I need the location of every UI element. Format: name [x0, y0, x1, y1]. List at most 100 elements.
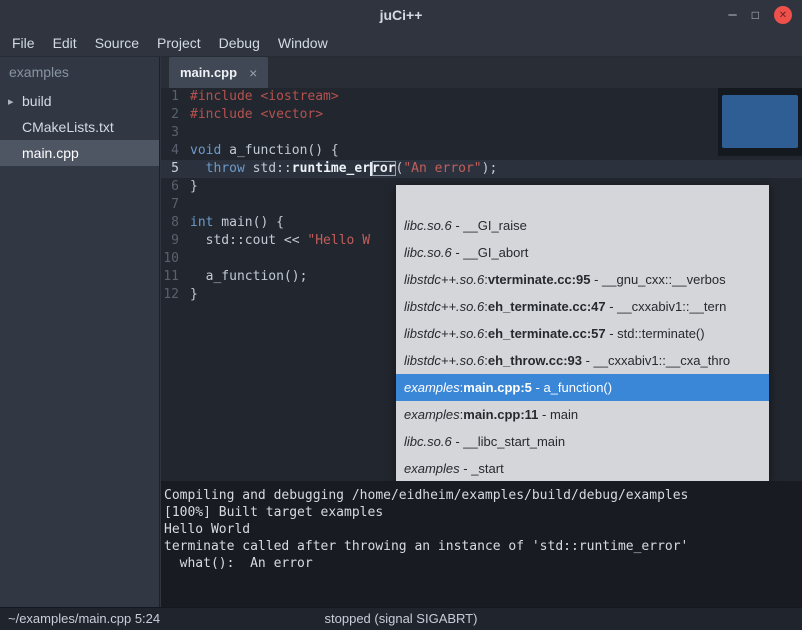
tree-item-main.cpp[interactable]: main.cpp	[0, 140, 159, 166]
menu-window[interactable]: Window	[269, 30, 337, 56]
line-number: 4	[161, 142, 187, 160]
callstack-part: - __cxxabiv1::__cxa_thro	[582, 353, 730, 368]
callstack-part: - _start	[460, 461, 504, 476]
line-number: 2	[161, 106, 187, 124]
statusbar: stopped (signal SIGABRT) ~/examples/main…	[0, 607, 802, 630]
callstack-part: main.cpp:5	[463, 380, 532, 395]
juci-window: juCi++ – □ ✕ FileEditSourceProjectDebugW…	[0, 0, 802, 630]
code-line-5[interactable]: 5 throw std::runtime_error("An error");	[161, 160, 802, 178]
minimize-icon[interactable]: –	[728, 10, 736, 20]
line-number: 5	[161, 160, 187, 178]
code-text	[187, 196, 190, 214]
menubar-items: FileEditSourceProjectDebugWindow	[0, 30, 802, 57]
line-number: 1	[161, 88, 187, 106]
maximize-icon[interactable]: □	[752, 8, 759, 22]
callstack-row-6[interactable]: libstdc++.so.6:eh_throw.cc:93 - __cxxabi…	[396, 347, 769, 374]
line-number: 7	[161, 196, 187, 214]
callstack-row-3[interactable]: libstdc++.so.6:vterminate.cc:95 - __gnu_…	[396, 266, 769, 293]
callstack-row-7[interactable]: examples:main.cpp:5 - a_function()	[396, 374, 769, 401]
code-text: #include <iostream>	[187, 88, 339, 106]
callstack-part: - a_function()	[532, 380, 612, 395]
callstack-part: main.cpp:11	[463, 407, 538, 422]
code-segment	[190, 161, 206, 176]
callstack-part: libstdc++.so.6	[404, 272, 484, 287]
callstack-row-9[interactable]: libc.so.6 - __libc_start_main	[396, 428, 769, 455]
callstack-part: eh_throw.cc:93	[488, 353, 582, 368]
code-text	[187, 124, 190, 142]
line-number: 10	[161, 250, 187, 268]
callstack-row-1[interactable]: libc.so.6 - __GI_raise	[396, 212, 769, 239]
callstack-row-5[interactable]: libstdc++.so.6:eh_terminate.cc:57 - std:…	[396, 320, 769, 347]
code-text: #include <vector>	[187, 106, 323, 124]
code-segment: );	[482, 161, 498, 176]
code-line-3[interactable]: 3	[161, 124, 802, 142]
tab-label: main.cpp	[180, 65, 237, 80]
callstack-part: libc.so.6	[404, 434, 452, 449]
code-text: }	[187, 178, 198, 196]
code-text: int main() {	[187, 214, 284, 232]
callstack-list: libc.so.6 - __GI_raiselibc.so.6 - __GI_a…	[396, 185, 769, 482]
callstack-popup: libc.so.6 - __GI_raiselibc.so.6 - __GI_a…	[396, 185, 769, 482]
code-segment: }	[190, 287, 198, 302]
callstack-part: examples	[404, 380, 460, 395]
tab-close-icon[interactable]: ×	[249, 65, 257, 81]
titlebar[interactable]: juCi++ – □ ✕	[0, 0, 802, 30]
chevron-right-icon[interactable]: ▸	[8, 95, 22, 108]
callstack-part: - __gnu_cxx::__verbos	[590, 272, 725, 287]
callstack-row-8[interactable]: examples:main.cpp:11 - main	[396, 401, 769, 428]
console-panel[interactable]: Compiling and debugging /home/eidheim/ex…	[161, 481, 802, 607]
callstack-part: - __GI_raise	[452, 218, 527, 233]
callstack-part: - __cxxabiv1::__tern	[606, 299, 727, 314]
code-text	[187, 250, 190, 268]
code-line-1[interactable]: 1#include <iostream>	[161, 88, 802, 106]
window-controls: – □ ✕	[728, 0, 792, 30]
code-segment: }	[190, 179, 198, 194]
menu-edit[interactable]: Edit	[44, 30, 86, 56]
code-text: void a_function() {	[187, 142, 339, 160]
menu-debug[interactable]: Debug	[210, 30, 269, 56]
line-number: 6	[161, 178, 187, 196]
callstack-row-2[interactable]: libc.so.6 - __GI_abort	[396, 239, 769, 266]
callstack-part: libc.so.6	[404, 245, 452, 260]
callstack-part: examples	[404, 407, 460, 422]
close-icon[interactable]: ✕	[774, 6, 792, 24]
code-segment: #include <vector>	[190, 107, 323, 122]
line-number: 3	[161, 124, 187, 142]
console-line: Compiling and debugging /home/eidheim/ex…	[164, 487, 802, 504]
tree-item-label: CMakeLists.txt	[22, 119, 114, 135]
code-segment: void	[190, 143, 221, 158]
callstack-part: libstdc++.so.6	[404, 299, 484, 314]
code-line-4[interactable]: 4void a_function() {	[161, 142, 802, 160]
tree-item-build[interactable]: ▸build	[0, 88, 159, 114]
callstack-part: libc.so.6	[404, 218, 452, 233]
line-number: 12	[161, 286, 187, 304]
window-title: juCi++	[0, 0, 802, 30]
callstack-part: eh_terminate.cc:47	[488, 299, 606, 314]
overlay-selection	[722, 95, 798, 148]
code-segment: a_function() {	[221, 143, 338, 158]
code-segment: #include <iostream>	[190, 89, 339, 104]
overlay-panel	[718, 88, 802, 156]
callstack-row-10[interactable]: examples - _start	[396, 455, 769, 482]
tree-item-label: main.cpp	[22, 145, 79, 161]
menu-source[interactable]: Source	[86, 30, 148, 56]
menu-project[interactable]: Project	[148, 30, 210, 56]
file-tree: ▸build CMakeLists.txt main.cpp	[0, 88, 159, 166]
tab-main-cpp[interactable]: main.cpp ×	[169, 57, 268, 88]
menu-file[interactable]: File	[3, 30, 44, 56]
tree-item-cmakelists.txt[interactable]: CMakeLists.txt	[0, 114, 159, 140]
code-segment: main() {	[213, 215, 283, 230]
status-file-position: ~/examples/main.cpp 5:24	[8, 608, 160, 630]
code-segment: int	[190, 215, 213, 230]
callstack-row-0[interactable]	[396, 185, 769, 212]
code-segment: a_function();	[190, 269, 307, 284]
callstack-part: eh_terminate.cc:57	[488, 326, 606, 341]
line-number: 8	[161, 214, 187, 232]
callstack-row-4[interactable]: libstdc++.so.6:eh_terminate.cc:47 - __cx…	[396, 293, 769, 320]
file-browser-sidebar: examples ▸buildCMakeLists.txtmain.cpp	[0, 57, 160, 607]
code-segment: ror	[372, 161, 395, 176]
callstack-part: - std::terminate()	[606, 326, 705, 341]
callstack-part: - __libc_start_main	[452, 434, 565, 449]
code-line-2[interactable]: 2#include <vector>	[161, 106, 802, 124]
console-line: Hello World	[164, 521, 802, 538]
